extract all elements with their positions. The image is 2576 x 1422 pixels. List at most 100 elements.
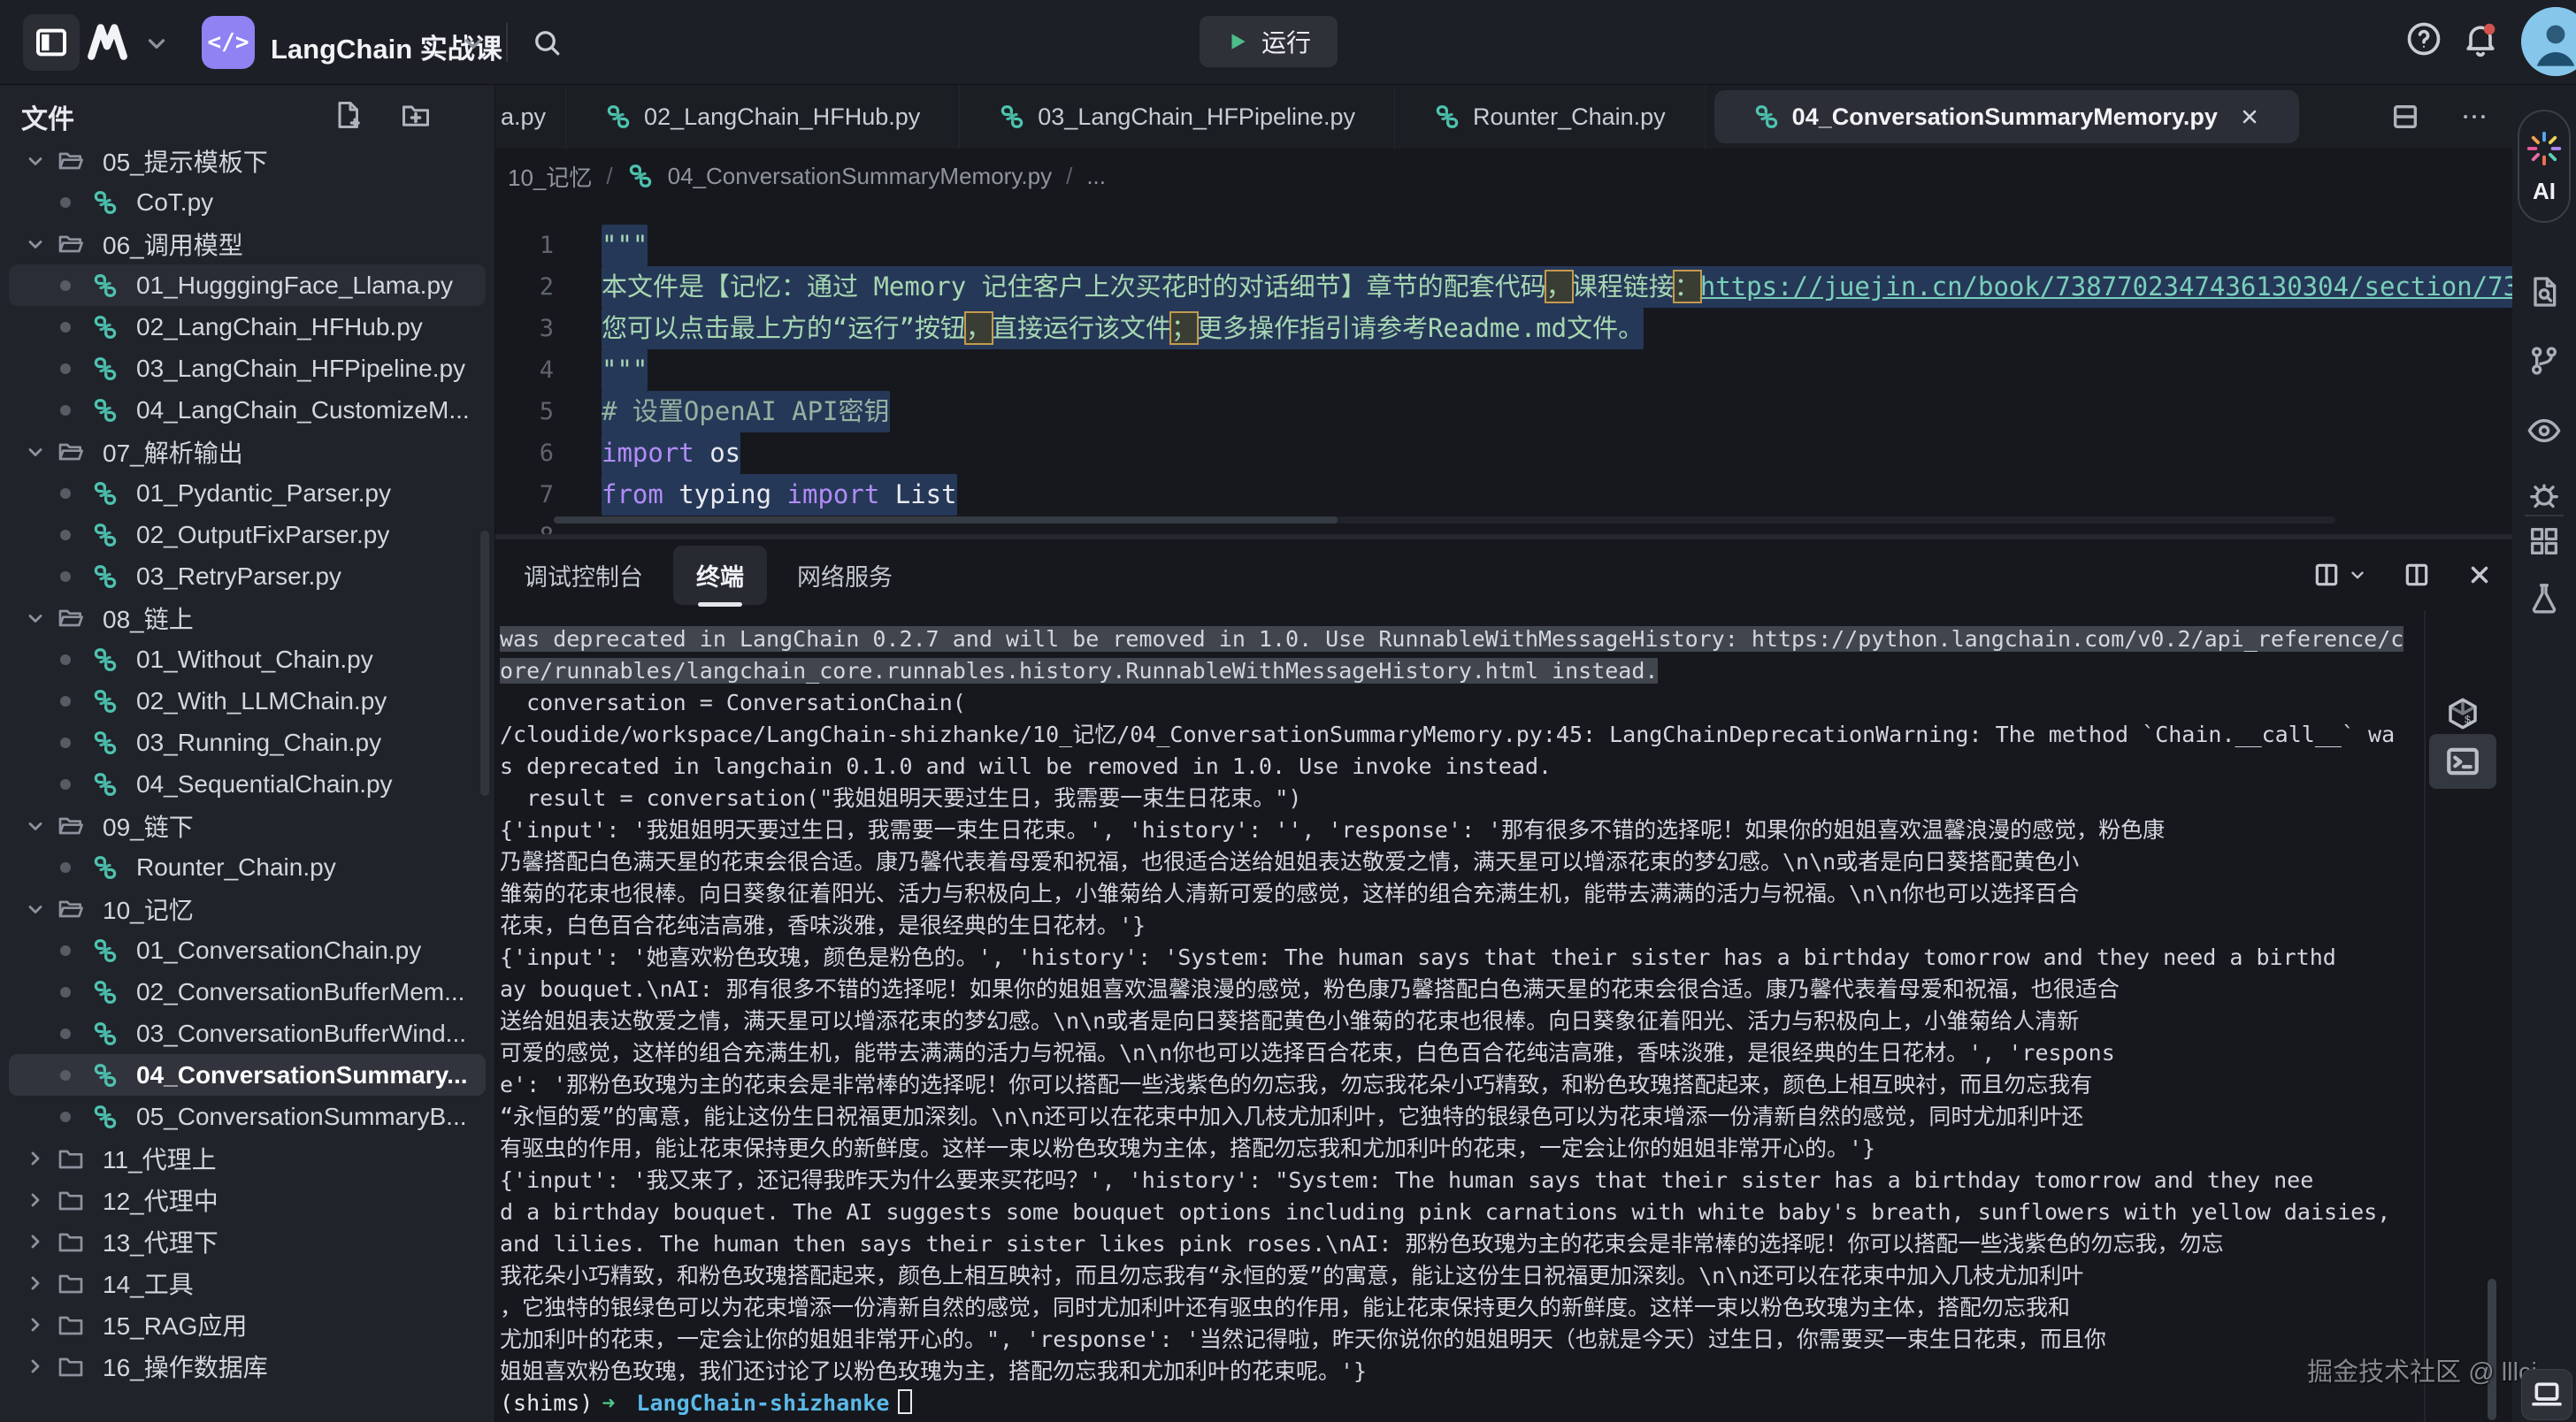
new-file-icon[interactable] xyxy=(332,99,364,131)
terminal-output[interactable]: was deprecated in LangChain 0.2.7 and wi… xyxy=(495,610,2424,1422)
terminal-scrollbar[interactable] xyxy=(2488,1279,2496,1420)
tree-file-05_ConversationSummaryB...[interactable]: 05_ConversationSummaryB... xyxy=(9,1096,486,1137)
folder-label: 16_操作数据库 xyxy=(103,1349,268,1384)
editor-tab-Rounter_Chain.py[interactable]: Rounter_Chain.py xyxy=(1395,85,1706,149)
tree-folder-09_链下[interactable]: 09_链下 xyxy=(9,805,486,846)
tree-folder-06_调用模型[interactable]: 06_调用模型 xyxy=(9,223,486,264)
user-avatar[interactable] xyxy=(2521,7,2576,76)
tree-folder-13_代理下[interactable]: 13_代理下 xyxy=(9,1220,486,1262)
breadcrumb-more[interactable]: ... xyxy=(1086,163,1106,190)
tree-file-02_With_LLMChain.py[interactable]: 02_With_LLMChain.py xyxy=(9,680,486,722)
remote-device-button[interactable] xyxy=(2521,1369,2572,1420)
split-editor-icon[interactable] xyxy=(2390,102,2420,132)
run-label: 运行 xyxy=(1261,24,1311,59)
tree-file-03_Running_Chain.py[interactable]: 03_Running_Chain.py xyxy=(9,722,486,763)
help-icon[interactable] xyxy=(2404,19,2443,58)
tree-file-01_HugggingFace_Llama.py[interactable]: 01_HugggingFace_Llama.py xyxy=(9,264,486,306)
notification-bell-icon[interactable] xyxy=(2461,19,2500,58)
chevron-right-icon[interactable] xyxy=(25,1189,48,1211)
tree-file-03_LangChain_HFPipeline.py[interactable]: 03_LangChain_HFPipeline.py xyxy=(9,348,486,389)
git-branch-icon[interactable] xyxy=(2512,343,2576,378)
tree-file-Rounter_Chain.py[interactable]: Rounter_Chain.py xyxy=(9,846,486,888)
tree-file-02_OutputFixParser.py[interactable]: 02_OutputFixParser.py xyxy=(9,514,486,555)
ai-assistant-button[interactable]: AI xyxy=(2518,110,2571,223)
new-folder-icon[interactable] xyxy=(399,99,433,131)
tree-folder-11_代理上[interactable]: 11_代理上 xyxy=(9,1137,486,1179)
file-search-icon[interactable] xyxy=(2512,274,2576,310)
terminal-icon[interactable] xyxy=(2429,734,2496,789)
tree-file-03_ConversationBufferWind...[interactable]: 03_ConversationBufferWind... xyxy=(9,1013,486,1054)
code-line-2[interactable]: 2本文件是【记忆：通过 Memory 记住客户上次买花时的对话细节】章节的配套代… xyxy=(495,266,2512,308)
more-actions-icon[interactable] xyxy=(2459,102,2489,132)
breadcrumb-file[interactable]: 04_ConversationSummaryMemory.py xyxy=(668,163,1052,190)
tree-file-03_RetryParser.py[interactable]: 03_RetryParser.py xyxy=(9,555,486,597)
chevron-right-icon[interactable] xyxy=(25,1231,48,1252)
project-chevron-down-icon[interactable] xyxy=(460,30,487,57)
tree-file-04_SequentialChain.py[interactable]: 04_SequentialChain.py xyxy=(9,763,486,805)
code-line-4[interactable]: 4""" xyxy=(495,349,2512,391)
terminal-line: 花束，白色百合花纯洁高雅，香味淡雅，是很经典的生日花材。'} xyxy=(500,910,2424,942)
code-line-5[interactable]: 5# 设置OpenAI API密钥 xyxy=(495,391,2512,432)
editor-tab-a.py[interactable]: a.py xyxy=(495,85,566,149)
folder-icon xyxy=(57,1269,92,1297)
code-line-7[interactable]: 7from typing import List xyxy=(495,474,2512,516)
tree-file-CoT.py[interactable]: CoT.py xyxy=(9,181,486,223)
tree-folder-14_工具[interactable]: 14_工具 xyxy=(9,1262,486,1304)
tree-folder-16_操作数据库[interactable]: 16_操作数据库 xyxy=(9,1345,486,1387)
breadcrumb-folder[interactable]: 10_记忆 xyxy=(508,160,592,193)
grid-icon[interactable] xyxy=(2512,524,2576,559)
tree-file-04_LangChain_CustomizeM...[interactable]: 04_LangChain_CustomizeM... xyxy=(9,389,486,431)
code-editor[interactable]: 1"""2本文件是【记忆：通过 Memory 记住客户上次买花时的对话细节】章节… xyxy=(495,203,2512,534)
tree-folder-08_链上[interactable]: 08_链上 xyxy=(9,597,486,638)
run-button[interactable]: 运行 xyxy=(1200,16,1338,67)
code-line-1[interactable]: 1""" xyxy=(495,225,2512,266)
chevron-right-icon[interactable] xyxy=(25,1148,48,1169)
panel-tab-调试控制台[interactable]: 调试控制台 xyxy=(501,546,666,605)
search-icon[interactable] xyxy=(531,27,563,58)
python-file-icon xyxy=(999,103,1025,130)
code-line-6[interactable]: 6import os xyxy=(495,432,2512,474)
tree-folder-15_RAG应用[interactable]: 15_RAG应用 xyxy=(9,1304,486,1345)
panel-tab-终端[interactable]: 终端 xyxy=(673,546,767,605)
chevron-down-icon[interactable] xyxy=(25,898,48,920)
panel-tab-网络服务[interactable]: 网络服务 xyxy=(774,546,916,605)
editor-tab-04_ConversationSummaryMemory.py[interactable]: 04_ConversationSummaryMemory.py xyxy=(1714,90,2299,143)
tree-file-02_LangChain_HFHub.py[interactable]: 02_LangChain_HFHub.py xyxy=(9,306,486,348)
horizontal-scrollbar[interactable] xyxy=(554,516,2335,524)
tree-file-04_ConversationSummary...[interactable]: 04_ConversationSummary... xyxy=(9,1054,486,1096)
file-status-dot xyxy=(60,945,71,956)
tree-folder-12_代理中[interactable]: 12_代理中 xyxy=(9,1179,486,1220)
split-panel-button[interactable] xyxy=(2312,561,2367,589)
chevron-right-icon[interactable] xyxy=(25,1356,48,1377)
chevron-down-icon[interactable] xyxy=(25,608,48,629)
chevron-down-icon[interactable] xyxy=(25,150,48,172)
chevron-right-icon[interactable] xyxy=(25,1273,48,1294)
terminal-prompt[interactable]: (shims)➜LangChain-shizhanke xyxy=(500,1388,2424,1419)
tree-folder-07_解析输出[interactable]: 07_解析输出 xyxy=(9,431,486,472)
chevron-right-icon[interactable] xyxy=(25,1314,48,1335)
split-panel-right-icon[interactable] xyxy=(2403,561,2431,589)
chevron-down-icon[interactable] xyxy=(25,815,48,837)
terminal-line: 雏菊的花束也很棒。向日葵象征着阳光、活力与积极向上，小雏菊给人清新可爱的感觉，这… xyxy=(500,878,2424,910)
bug-icon[interactable] xyxy=(2512,478,2576,513)
chevron-down-icon[interactable] xyxy=(143,30,170,57)
editor-tab-02_LangChain_HFHub.py[interactable]: 02_LangChain_HFHub.py xyxy=(566,85,960,149)
sidebar-toggle-button[interactable] xyxy=(23,14,80,71)
code-line-3[interactable]: 3您可以点击最上方的“运行”按钮，直接运行该文件；更多操作指引请参考Readme… xyxy=(495,308,2512,349)
chevron-down-icon[interactable] xyxy=(25,441,48,463)
app-logo-icon[interactable] xyxy=(81,19,136,65)
tree-folder-05_提示模板下[interactable]: 05_提示模板下 xyxy=(9,140,486,181)
tree-file-01_Without_Chain.py[interactable]: 01_Without_Chain.py xyxy=(9,638,486,680)
tree-file-02_ConversationBufferMem...[interactable]: 02_ConversationBufferMem... xyxy=(9,971,486,1013)
close-tab-icon[interactable] xyxy=(2239,106,2260,127)
tree-file-01_ConversationChain.py[interactable]: 01_ConversationChain.py xyxy=(9,929,486,971)
package-icon[interactable]: $ xyxy=(2426,695,2500,732)
flask-icon[interactable] xyxy=(2512,580,2576,615)
tree-folder-10_记忆[interactable]: 10_记忆 xyxy=(9,888,486,929)
eye-icon[interactable] xyxy=(2512,412,2576,449)
sidebar-scrollbar[interactable] xyxy=(480,531,489,796)
close-panel-icon[interactable] xyxy=(2466,562,2493,588)
tree-file-01_Pydantic_Parser.py[interactable]: 01_Pydantic_Parser.py xyxy=(9,472,486,514)
editor-tab-03_LangChain_HFPipeline.py[interactable]: 03_LangChain_HFPipeline.py xyxy=(960,85,1395,149)
chevron-down-icon[interactable] xyxy=(25,233,48,255)
